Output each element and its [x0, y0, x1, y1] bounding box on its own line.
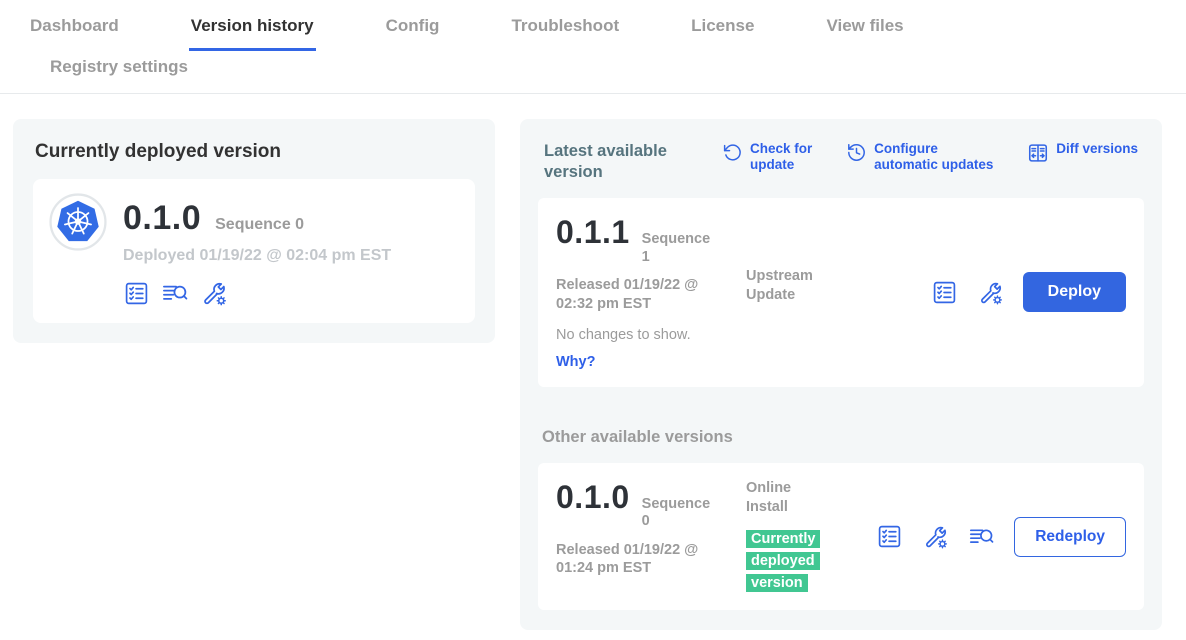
currently-deployed-card: 0.1.0 Sequence 0 Deployed 01/19/22 @ 02:…: [33, 179, 475, 323]
tab-dashboard[interactable]: Dashboard: [28, 12, 121, 51]
main-content: Currently deployed version: [0, 94, 1186, 630]
latest-version-info: 0.1.1 Sequence 1 Released 01/19/22 @ 02:…: [556, 214, 746, 370]
deploy-button[interactable]: Deploy: [1023, 272, 1126, 312]
other-version-info: 0.1.0 Sequence 0 Released 01/19/22 @ 01:…: [556, 479, 746, 595]
other-version-number: 0.1.0: [556, 479, 630, 516]
why-link[interactable]: Why?: [556, 354, 595, 370]
top-nav: Dashboard Version history Config Trouble…: [0, 0, 1186, 94]
check-for-update-icon: [722, 141, 743, 163]
currently-deployed-badge: Currently deployed version: [746, 528, 828, 594]
tab-version-history[interactable]: Version history: [189, 12, 316, 51]
currently-deployed-panel: Currently deployed version: [13, 119, 495, 343]
available-versions-header: Latest available version Check for updat…: [544, 141, 1140, 182]
tab-registry-settings[interactable]: Registry settings: [48, 51, 190, 93]
deploy-logs-icon[interactable]: [968, 523, 995, 550]
latest-version-card: 0.1.1 Sequence 1 Released 01/19/22 @ 02:…: [538, 198, 1144, 386]
diff-versions-action[interactable]: Diff versions: [1027, 141, 1138, 173]
nav-row-1: Dashboard Version history Config Trouble…: [0, 12, 1186, 51]
diff-versions-label: Diff versions: [1056, 141, 1138, 157]
other-versions-title: Other available versions: [542, 428, 1144, 447]
check-for-update-action[interactable]: Check for update: [722, 141, 812, 173]
available-versions-panel: Latest available version Check for updat…: [520, 119, 1162, 630]
other-version-source: Online Install: [746, 479, 874, 517]
edit-config-icon[interactable]: [922, 523, 949, 550]
other-released-timestamp: Released 01/19/22 @ 01:24 pm EST: [556, 541, 746, 579]
currently-deployed-info: 0.1.0 Sequence 0 Deployed 01/19/22 @ 02:…: [123, 193, 391, 307]
latest-sequence-label: Sequence 1: [642, 231, 714, 266]
nav-row-2: Registry settings: [0, 51, 1186, 93]
tab-config[interactable]: Config: [384, 12, 442, 51]
edit-config-icon[interactable]: [200, 279, 228, 307]
currently-deployed-title: Currently deployed version: [35, 141, 475, 163]
other-sequence-label: Sequence 0: [642, 496, 714, 531]
latest-available-title: Latest available version: [544, 141, 684, 182]
redeploy-button[interactable]: Redeploy: [1014, 517, 1126, 557]
diff-versions-icon: [1027, 141, 1049, 164]
deployed-version-number: 0.1.0: [123, 199, 201, 238]
other-version-card: 0.1.0 Sequence 0 Released 01/19/22 @ 01:…: [538, 463, 1144, 611]
latest-released-timestamp: Released 01/19/22 @ 02:32 pm EST: [556, 276, 746, 314]
preflight-checklist-icon[interactable]: [876, 523, 903, 550]
other-version-source-col: Online Install Currently deployed versio…: [746, 479, 874, 595]
header-actions: Check for update Configure automatic upd…: [722, 141, 1140, 173]
edit-config-icon[interactable]: [977, 279, 1004, 306]
configure-updates-label: Configure automatic updates: [874, 141, 993, 173]
tab-view-files[interactable]: View files: [824, 12, 905, 51]
preflight-checklist-icon[interactable]: [123, 280, 150, 307]
tab-license[interactable]: License: [689, 12, 756, 51]
latest-version-source: Upstream Update: [746, 267, 874, 370]
latest-version-number: 0.1.1: [556, 214, 630, 251]
configure-updates-action[interactable]: Configure automatic updates: [846, 141, 993, 173]
other-version-actions: Redeploy: [876, 479, 1126, 595]
preflight-checklist-icon[interactable]: [931, 279, 958, 306]
check-for-update-label: Check for update: [750, 141, 812, 173]
deployed-sequence-label: Sequence 0: [215, 216, 304, 234]
tab-troubleshoot[interactable]: Troubleshoot: [509, 12, 621, 51]
deploy-logs-icon[interactable]: [161, 279, 189, 307]
deployed-timestamp: Deployed 01/19/22 @ 02:04 pm EST: [123, 247, 391, 265]
latest-version-actions: Deploy: [931, 214, 1126, 370]
latest-changes-note: No changes to show.: [556, 327, 746, 343]
configure-updates-icon: [846, 141, 867, 163]
kubernetes-logo: [49, 193, 107, 307]
